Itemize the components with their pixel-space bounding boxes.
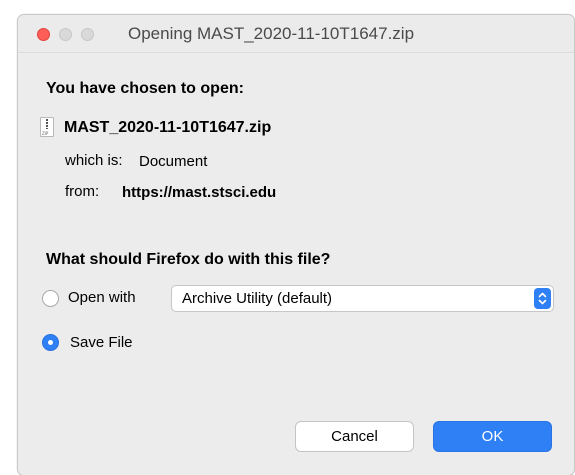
- open-with-radio[interactable]: [42, 290, 59, 307]
- ok-button[interactable]: OK: [433, 421, 552, 452]
- close-window-button[interactable]: [37, 28, 50, 41]
- cancel-button[interactable]: Cancel: [295, 421, 414, 452]
- file-extension-label: ZIP: [42, 131, 49, 136]
- file-name: MAST_2020-11-10T1647.zip: [64, 119, 272, 136]
- zoom-window-button[interactable]: [81, 28, 94, 41]
- open-with-label[interactable]: Open with: [68, 289, 136, 306]
- zip-file-icon: ZIP: [40, 117, 54, 137]
- zipper-icon: [46, 119, 48, 129]
- minimize-window-button[interactable]: [59, 28, 72, 41]
- radio-selected-dot: [48, 340, 53, 345]
- save-file-radio[interactable]: [42, 334, 59, 351]
- file-source-label: from:: [65, 183, 100, 200]
- select-arrows-icon[interactable]: [534, 288, 551, 309]
- save-file-label[interactable]: Save File: [70, 334, 133, 351]
- dialog-heading: You have chosen to open:: [46, 80, 244, 97]
- file-type-label: which is:: [65, 152, 123, 169]
- title-bar[interactable]: Opening MAST_2020-11-10T1647.zip: [18, 15, 574, 53]
- action-question: What should Firefox do with this file?: [46, 251, 331, 268]
- file-type-value: Document: [139, 153, 208, 170]
- window-title: Opening MAST_2020-11-10T1647.zip: [128, 24, 415, 43]
- screen: Opening MAST_2020-11-10T1647.zip You hav…: [0, 0, 575, 475]
- application-select-value: Archive Utility (default): [182, 290, 333, 307]
- file-source-value: https://mast.stsci.edu: [122, 184, 277, 201]
- download-dialog: Opening MAST_2020-11-10T1647.zip You hav…: [17, 14, 575, 475]
- application-select[interactable]: Archive Utility (default): [171, 285, 554, 312]
